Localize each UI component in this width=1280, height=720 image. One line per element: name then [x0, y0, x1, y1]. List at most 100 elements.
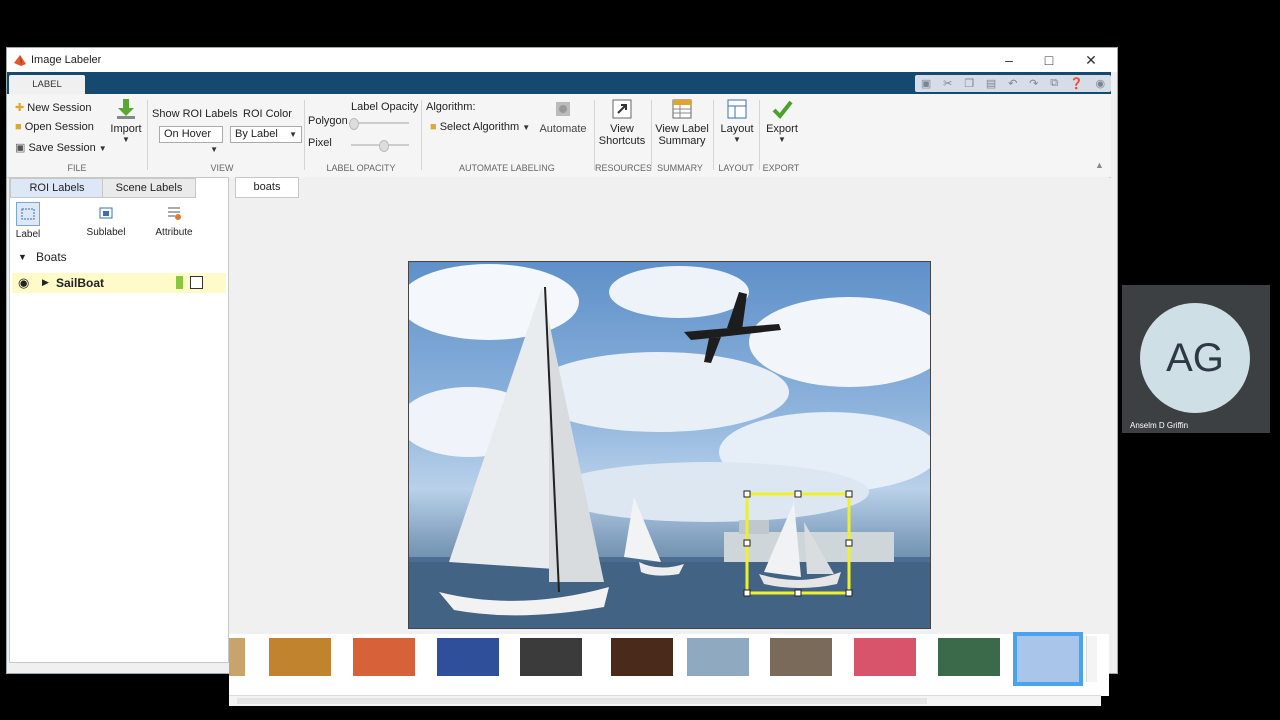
collapse-caret-icon[interactable]: ▼: [18, 252, 27, 262]
chevron-down-icon: ▼: [122, 135, 130, 144]
show-roi-labels-dropdown[interactable]: On Hover ▼: [159, 126, 223, 154]
roi-labels-panel: ROI Labels Scene Labels Label Sublabel A…: [9, 177, 229, 663]
attribute-icon: [168, 207, 181, 220]
attribute-tool-button[interactable]: Attribute: [154, 202, 194, 238]
tab-roi-labels[interactable]: ROI Labels: [10, 178, 104, 198]
separator: [594, 100, 595, 170]
image-labeler-window: Image Labeler – □ ✕ LABEL ▣ ✂ ❐ ▤ ↶ ↷ ⧉ …: [6, 47, 1118, 706]
section-resources: RESOURCES: [595, 163, 653, 173]
thumbnail[interactable]: [687, 638, 749, 676]
ribbon-tab-strip: LABEL ▣ ✂ ❐ ▤ ↶ ↷ ⧉ ❓ ◉: [7, 72, 1111, 94]
automate-icon: [556, 102, 570, 116]
expand-caret-icon[interactable]: ▶: [42, 277, 49, 288]
import-label: Import: [110, 123, 142, 135]
image-browser-strip: [229, 634, 1109, 696]
thumbnail[interactable]: [269, 638, 331, 676]
polygon-label: Polygon: [308, 115, 348, 127]
view-shortcuts-button[interactable]: View Shortcuts: [597, 98, 647, 147]
label-group-boats[interactable]: ▼ Boats: [10, 248, 228, 268]
sublabel-tool-label: Sublabel: [86, 227, 126, 238]
ribbon: ✚ New Session ■ Open Session ▣ Save Sess…: [7, 94, 1111, 178]
slider-thumb[interactable]: [379, 140, 389, 152]
select-algorithm-dropdown[interactable]: ■ Select Algorithm ▼: [430, 121, 530, 133]
windows-icon[interactable]: ⧉: [1050, 77, 1058, 90]
label-row-sailboat[interactable]: ◉ ▶ SailBoat: [12, 273, 226, 293]
chevron-down-icon: ▼: [210, 145, 218, 154]
roi-color-dropdown[interactable]: By Label ▼: [230, 126, 302, 143]
thumbnail[interactable]: [1017, 636, 1079, 682]
vertical-scrollbar[interactable]: [1086, 636, 1097, 682]
tab-label[interactable]: LABEL: [9, 75, 85, 94]
checkmark-icon: [772, 100, 793, 120]
separator: [713, 100, 714, 170]
shortcuts-label: Shortcuts: [598, 135, 646, 147]
save-icon[interactable]: ▣: [921, 77, 931, 90]
close-button[interactable]: ✕: [1071, 48, 1111, 72]
thumbnail[interactable]: [520, 638, 582, 676]
open-session-button[interactable]: ■ Open Session: [15, 121, 94, 133]
paste-icon[interactable]: ▤: [986, 77, 996, 90]
chevron-down-icon: ▼: [733, 135, 741, 144]
save-session-button[interactable]: ▣ Save Session ▼: [15, 141, 107, 154]
slider-thumb[interactable]: [349, 118, 359, 130]
roi-color-value: By Label: [235, 128, 278, 140]
thumbnail[interactable]: [229, 638, 245, 676]
export-button[interactable]: Export ▼: [763, 98, 801, 144]
sublabel-tool-button[interactable]: Sublabel: [86, 202, 126, 238]
collapse-ribbon-icon[interactable]: ▲: [1095, 160, 1104, 170]
options-icon[interactable]: ◉: [1095, 77, 1105, 90]
title-bar: Image Labeler – □ ✕: [7, 48, 1117, 72]
thumbnail[interactable]: [611, 638, 673, 676]
view-label: View: [610, 123, 634, 135]
new-session-button[interactable]: ✚ New Session: [15, 101, 91, 114]
chevron-down-icon: ▼: [778, 135, 786, 144]
rectangle-shape-icon: [190, 276, 203, 289]
participant-video-tile: AG Anselm D Griffin: [1122, 285, 1270, 433]
participant-name: Anselm D Griffin: [1130, 421, 1189, 430]
new-session-icon: ✚: [15, 102, 25, 114]
cut-icon[interactable]: ✂: [943, 77, 952, 90]
label-opacity-label: Label Opacity: [351, 101, 419, 113]
scroll-thumb[interactable]: [237, 698, 927, 704]
automate-button[interactable]: Automate: [537, 98, 589, 135]
label-color-swatch[interactable]: [176, 276, 183, 289]
undo-icon[interactable]: ↶: [1008, 77, 1017, 90]
tab-scene-labels[interactable]: Scene Labels: [102, 178, 196, 198]
algorithm-label: Algorithm:: [426, 101, 476, 113]
chevron-down-icon: ▼: [289, 130, 297, 139]
separator: [304, 100, 305, 170]
pixel-opacity-slider[interactable]: [351, 140, 409, 152]
new-session-label: New Session: [27, 102, 92, 114]
thumbnail[interactable]: [938, 638, 1000, 676]
layout-label: Layout: [720, 123, 754, 135]
maximize-button[interactable]: □: [1029, 48, 1069, 72]
eye-icon[interactable]: ◉: [18, 275, 29, 291]
document-tab[interactable]: boats: [235, 177, 299, 198]
thumbnail[interactable]: [770, 638, 832, 676]
summary-label: Summary: [658, 135, 706, 147]
thumbnail[interactable]: [353, 638, 415, 676]
redo-icon[interactable]: ↷: [1029, 77, 1038, 90]
polygon-opacity-slider[interactable]: [349, 118, 409, 130]
thumbnail[interactable]: [854, 638, 916, 676]
layout-button[interactable]: Layout ▼: [717, 98, 757, 144]
boats-image: [409, 264, 930, 628]
import-button[interactable]: Import ▼: [109, 98, 143, 144]
view-label-label: View Label: [655, 123, 709, 135]
separator: [421, 100, 422, 170]
pixel-label: Pixel: [308, 137, 332, 149]
image-canvas[interactable]: [408, 261, 931, 629]
label-tool-label: Label: [15, 229, 41, 240]
minimize-button[interactable]: –: [989, 48, 1029, 72]
thumbnail[interactable]: [437, 638, 499, 676]
help-icon[interactable]: ❓: [1070, 77, 1084, 90]
horizontal-scrollbar[interactable]: [229, 695, 1101, 706]
copy-icon[interactable]: ❐: [964, 77, 974, 90]
show-roi-labels-value: On Hover: [164, 128, 212, 140]
section-automate-labeling: AUTOMATE LABELING: [459, 163, 555, 173]
label-tool-button[interactable]: Label: [14, 202, 42, 240]
view-label-summary-button[interactable]: View Label Summary: [655, 98, 709, 147]
separator: [147, 100, 148, 170]
sublabel-icon: [99, 207, 113, 219]
section-label-opacity: LABEL OPACITY: [326, 163, 396, 173]
